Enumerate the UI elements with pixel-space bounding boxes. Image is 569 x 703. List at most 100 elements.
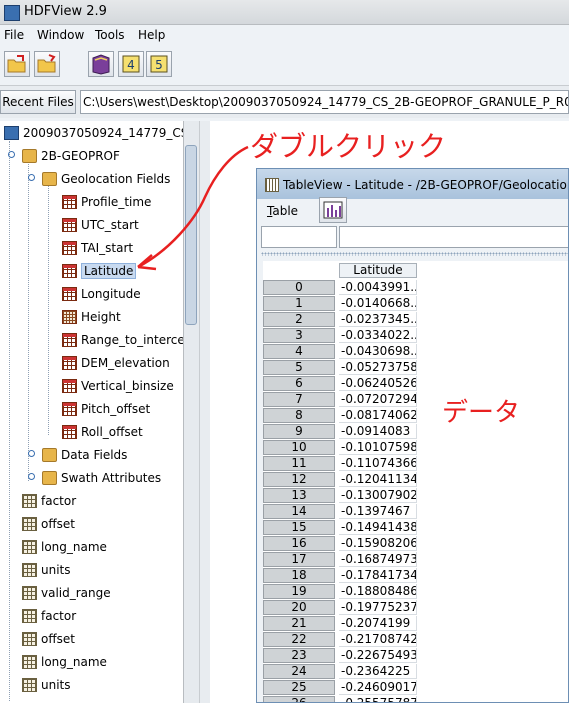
expand-toggle-icon[interactable] bbox=[28, 450, 35, 457]
table-cell[interactable]: -0.22675493 bbox=[339, 648, 417, 663]
row-header[interactable]: 14 bbox=[263, 504, 335, 519]
tree-node-label: units bbox=[41, 563, 71, 577]
cell-value-field[interactable] bbox=[339, 226, 568, 248]
row-header[interactable]: 25 bbox=[263, 680, 335, 695]
help-button[interactable] bbox=[88, 51, 114, 77]
tree-node-vertical-binsize[interactable]: Vertical_binsize bbox=[0, 376, 183, 396]
row-header[interactable]: 0 bbox=[263, 280, 335, 295]
tree-node-long-name[interactable]: long_name bbox=[0, 537, 183, 557]
tree-node-swath-attributes[interactable]: Swath Attributes bbox=[0, 468, 183, 488]
table-cell[interactable]: -0.0043991... bbox=[339, 280, 417, 295]
dataset-icon bbox=[62, 333, 77, 347]
menu-file[interactable]: File bbox=[4, 28, 24, 42]
menu-help[interactable]: Help bbox=[138, 28, 165, 42]
tree-node-factor[interactable]: factor bbox=[0, 491, 183, 511]
tree-node-label: offset bbox=[41, 517, 75, 531]
table-cell[interactable]: -0.2364225 bbox=[339, 664, 417, 679]
row-header[interactable]: 17 bbox=[263, 552, 335, 567]
table-cell[interactable]: -0.11074366 bbox=[339, 456, 417, 471]
tree-node-offset[interactable]: offset bbox=[0, 629, 183, 649]
row-header[interactable]: 6 bbox=[263, 376, 335, 391]
tree-node-units[interactable]: units bbox=[0, 560, 183, 580]
row-header[interactable]: 4 bbox=[263, 344, 335, 359]
tree-node-label: Swath Attributes bbox=[61, 471, 162, 485]
recent-files-button[interactable]: Recent Files bbox=[0, 90, 76, 114]
table-cell[interactable]: -0.0237345... bbox=[339, 312, 417, 327]
table-cell[interactable]: -0.05273758 bbox=[339, 360, 417, 375]
table-cell[interactable]: -0.10107598 bbox=[339, 440, 417, 455]
table-cell[interactable]: -0.08174062 bbox=[339, 408, 417, 423]
table-cell[interactable]: -0.17841734 bbox=[339, 568, 417, 583]
row-header[interactable]: 13 bbox=[263, 488, 335, 503]
tree-node-pitch-offset[interactable]: Pitch_offset bbox=[0, 399, 183, 419]
tree-node-dem-elevation[interactable]: DEM_elevation bbox=[0, 353, 183, 373]
menu-table[interactable]: Table bbox=[267, 204, 298, 218]
tree-node-offset[interactable]: offset bbox=[0, 514, 183, 534]
table-cell[interactable]: -0.0334022... bbox=[339, 328, 417, 343]
table-cell[interactable]: -0.18808486 bbox=[339, 584, 417, 599]
menu-window[interactable]: Window bbox=[37, 28, 84, 42]
data-table: Latitude 0 -0.0043991... 1 -0.0140668... 2 -0… bbox=[263, 261, 568, 702]
table-cell[interactable]: -0.24609017 bbox=[339, 680, 417, 695]
tree-node-units[interactable]: units bbox=[0, 675, 183, 695]
cell-reference-field[interactable] bbox=[261, 226, 337, 248]
row-header[interactable]: 24 bbox=[263, 664, 335, 679]
table-cell[interactable]: -0.0430698... bbox=[339, 344, 417, 359]
table-cell[interactable]: -0.06240526 bbox=[339, 376, 417, 391]
table-cell[interactable]: -0.15908206 bbox=[339, 536, 417, 551]
table-cell[interactable]: -0.25575787 bbox=[339, 696, 417, 702]
table-cell[interactable]: -0.12041134 bbox=[339, 472, 417, 487]
table-cell[interactable]: -0.07207294 bbox=[339, 392, 417, 407]
table-cell[interactable]: -0.16874973 bbox=[339, 552, 417, 567]
row-header[interactable]: 20 bbox=[263, 600, 335, 615]
table-cell[interactable]: -0.14941438 bbox=[339, 520, 417, 535]
row-header[interactable]: 22 bbox=[263, 632, 335, 647]
chart-button[interactable] bbox=[319, 197, 347, 223]
open-remote-button[interactable] bbox=[34, 51, 60, 77]
expand-toggle-icon[interactable] bbox=[28, 174, 35, 181]
open-file-button[interactable] bbox=[4, 51, 30, 77]
hdf4-library-button[interactable]: 4 bbox=[118, 51, 144, 77]
table-cell[interactable]: -0.0140668... bbox=[339, 296, 417, 311]
table-cell[interactable]: -0.21708742 bbox=[339, 632, 417, 647]
tree-node-roll-offset[interactable]: Roll_offset bbox=[0, 422, 183, 442]
row-header[interactable]: 11 bbox=[263, 456, 335, 471]
column-header-latitude[interactable]: Latitude bbox=[339, 263, 417, 278]
tree-node-longitude[interactable]: Longitude bbox=[0, 284, 183, 304]
row-header[interactable]: 10 bbox=[263, 440, 335, 455]
row-header[interactable]: 19 bbox=[263, 584, 335, 599]
hdf5-library-button[interactable]: 5 bbox=[146, 51, 172, 77]
row-header[interactable]: 7 bbox=[263, 392, 335, 407]
table-cell[interactable]: -0.0914083 bbox=[339, 424, 417, 439]
dataset-icon bbox=[62, 379, 77, 393]
expand-toggle-icon[interactable] bbox=[8, 151, 15, 158]
row-header[interactable]: 2 bbox=[263, 312, 335, 327]
row-header[interactable]: 9 bbox=[263, 424, 335, 439]
row-header[interactable]: 16 bbox=[263, 536, 335, 551]
recent-files-combobox[interactable]: C:\Users\west\Desktop\2009037050924_1477… bbox=[80, 90, 569, 114]
row-header[interactable]: 23 bbox=[263, 648, 335, 663]
tree-node-data-fields[interactable]: Data Fields bbox=[0, 445, 183, 465]
row-header[interactable]: 26 bbox=[263, 696, 335, 702]
tree-node-long-name[interactable]: long_name bbox=[0, 652, 183, 672]
menu-tools[interactable]: Tools bbox=[95, 28, 125, 42]
row-header[interactable]: 12 bbox=[263, 472, 335, 487]
row-header[interactable]: 15 bbox=[263, 520, 335, 535]
expand-toggle-icon[interactable] bbox=[28, 473, 35, 480]
row-header[interactable]: 18 bbox=[263, 568, 335, 583]
table-cell[interactable]: -0.13007902 bbox=[339, 488, 417, 503]
row-header[interactable]: 8 bbox=[263, 408, 335, 423]
row-header[interactable]: 5 bbox=[263, 360, 335, 375]
row-header[interactable]: 21 bbox=[263, 616, 335, 631]
tree-node-height[interactable]: Height bbox=[0, 307, 183, 327]
tree-node-range-to-intercep[interactable]: Range_to_intercep bbox=[0, 330, 183, 350]
table-cell[interactable]: -0.1397467 bbox=[339, 504, 417, 519]
divider[interactable] bbox=[261, 252, 568, 256]
tree-node-valid-range[interactable]: valid_range bbox=[0, 583, 183, 603]
row-header[interactable]: 1 bbox=[263, 296, 335, 311]
table-cell[interactable]: -0.19775237 bbox=[339, 600, 417, 615]
tree-node-factor[interactable]: factor bbox=[0, 606, 183, 626]
tableview-titlebar[interactable]: TableView - Latitude - /2B-GEOPROF/Geolo… bbox=[257, 169, 568, 199]
table-cell[interactable]: -0.2074199 bbox=[339, 616, 417, 631]
row-header[interactable]: 3 bbox=[263, 328, 335, 343]
